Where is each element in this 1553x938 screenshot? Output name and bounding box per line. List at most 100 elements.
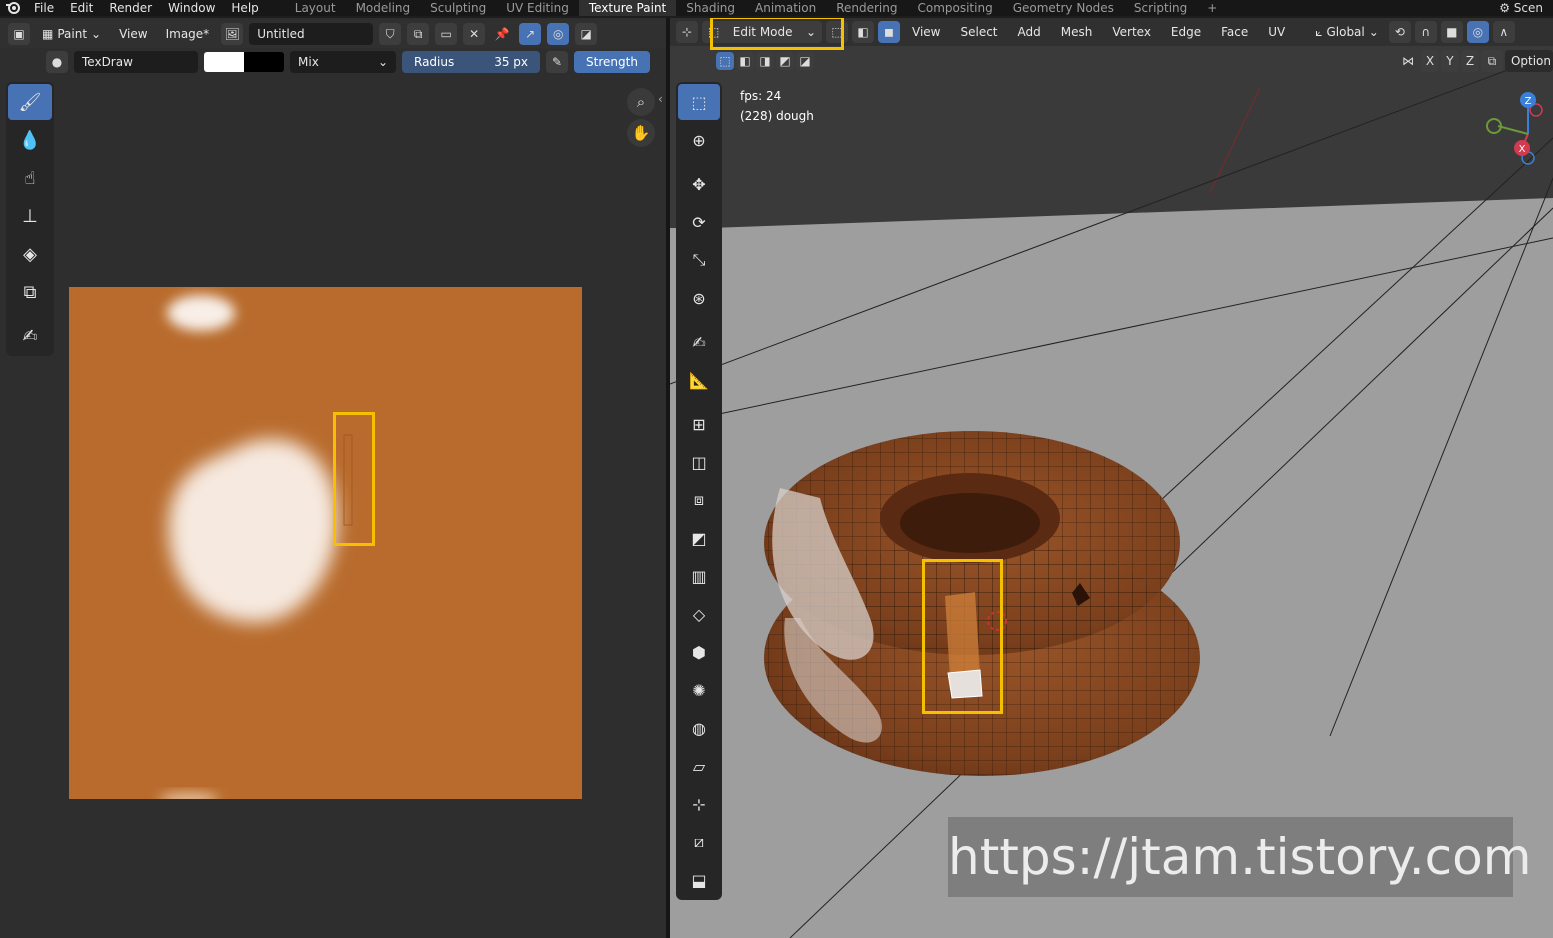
tab-compositing[interactable]: Compositing: [907, 0, 1002, 16]
face-select-icon[interactable]: ◼: [878, 21, 900, 43]
zoom-magnifier-icon[interactable]: ⌕: [627, 88, 655, 116]
image-browse-icon[interactable]: 🖼: [221, 23, 244, 45]
inset-faces-icon[interactable]: ⧈: [678, 482, 720, 518]
select-new-icon[interactable]: ⬚: [716, 52, 734, 70]
duplicate-image-icon[interactable]: ⧉: [407, 23, 430, 45]
3d-viewport[interactable]: ⊹ ⬚ Edit Mode ⌄ ⬚ ◧ ◼ View Select Add Me…: [670, 18, 1553, 938]
viewport-menu-view[interactable]: View: [904, 25, 948, 39]
tab-uv-editing[interactable]: UV Editing: [496, 0, 579, 16]
scale-icon[interactable]: ⤡: [678, 242, 720, 278]
spin-icon[interactable]: ✺: [678, 672, 720, 708]
shear-icon[interactable]: ⧄: [678, 824, 720, 860]
viewport-menu-mesh[interactable]: Mesh: [1053, 25, 1101, 39]
tab-sculpting[interactable]: Sculpting: [420, 0, 496, 16]
draw-brush-icon[interactable]: 🖌: [8, 84, 52, 120]
snap-target-icon[interactable]: ■: [1440, 21, 1463, 43]
viewport-menu-select[interactable]: Select: [952, 25, 1005, 39]
viewport-menu-edge[interactable]: Edge: [1163, 25, 1209, 39]
texture-image-canvas[interactable]: [69, 287, 582, 799]
tab-geometry-nodes[interactable]: Geometry Nodes: [1003, 0, 1124, 16]
pressure-radius-icon[interactable]: ✎: [546, 51, 568, 73]
bevel-icon[interactable]: ◩: [678, 520, 720, 556]
tab-rendering[interactable]: Rendering: [826, 0, 907, 16]
rip-region-icon[interactable]: ⬓: [678, 862, 720, 898]
extrude-icon[interactable]: ◫: [678, 444, 720, 480]
tab-texture-paint[interactable]: Texture Paint: [578, 0, 677, 16]
edge-select-icon[interactable]: ◧: [852, 21, 874, 43]
open-image-folder-icon[interactable]: ▭: [435, 23, 458, 45]
mask-icon[interactable]: ⧉: [8, 274, 52, 310]
scene-selector[interactable]: ⚙ Scen: [1489, 0, 1553, 16]
sidebar-toggle-icon[interactable]: ‹: [658, 92, 663, 106]
brush-color-swatch[interactable]: [204, 52, 284, 72]
mirror-z-toggle[interactable]: Z: [1460, 50, 1479, 72]
navigation-gizmo[interactable]: Z X: [1482, 88, 1553, 198]
pan-hand-icon[interactable]: ✋: [627, 119, 655, 147]
view-menu[interactable]: View: [113, 23, 153, 45]
menu-edit[interactable]: Edit: [62, 1, 101, 15]
mirror-butterfly-icon[interactable]: ⋈: [1397, 50, 1419, 72]
strength-slider[interactable]: Strength: [574, 51, 650, 73]
brush-name-field[interactable]: TexDraw: [74, 51, 198, 73]
radius-slider[interactable]: Radius 35 px: [402, 51, 540, 73]
topology-mirror-icon[interactable]: ⧉: [1480, 50, 1503, 72]
loop-cut-icon[interactable]: ▥: [678, 558, 720, 594]
annotate-icon[interactable]: ✍: [8, 318, 52, 354]
rotate-icon[interactable]: ⟳: [678, 204, 720, 240]
fake-user-shield-icon[interactable]: ⛉: [379, 23, 402, 45]
tab-layout[interactable]: Layout: [285, 0, 346, 16]
add-cube-icon[interactable]: ⊞: [678, 406, 720, 442]
secondary-color-swatch[interactable]: [244, 52, 284, 72]
tab-shading[interactable]: Shading: [676, 0, 745, 16]
brush-icon[interactable]: ●: [46, 51, 68, 73]
primary-color-swatch[interactable]: [204, 52, 244, 72]
mirror-x-toggle[interactable]: X: [1420, 50, 1439, 72]
falloff-curve-icon[interactable]: ∧: [1492, 21, 1515, 43]
menu-help[interactable]: Help: [223, 1, 266, 15]
blend-mode-dropdown[interactable]: Mix ⌄: [290, 51, 396, 73]
fill-bucket-icon[interactable]: ◈: [8, 236, 52, 272]
display-channels-icon[interactable]: ◪: [575, 23, 598, 45]
select-subtract-icon[interactable]: ◨: [756, 52, 774, 70]
viewport-menu-add[interactable]: Add: [1010, 25, 1049, 39]
editor-type-icon[interactable]: ⊹: [676, 21, 698, 43]
add-workspace-icon[interactable]: +: [1197, 0, 1227, 16]
image-menu[interactable]: Image*: [160, 23, 216, 45]
unlink-image-close-icon[interactable]: ✕: [463, 23, 486, 45]
shrink-fatten-icon[interactable]: ⊹: [678, 786, 720, 822]
knife-icon[interactable]: ◇: [678, 596, 720, 632]
menu-window[interactable]: Window: [160, 1, 223, 15]
move-icon[interactable]: ✥: [678, 166, 720, 202]
snap-magnet-icon[interactable]: ∩: [1414, 21, 1437, 43]
uv-sync-icon[interactable]: ↗: [519, 23, 542, 45]
soften-drop-icon[interactable]: 💧: [8, 122, 52, 158]
paint-mode-dropdown[interactable]: ▦ Paint ⌄: [36, 23, 107, 45]
blender-logo-icon[interactable]: [0, 2, 26, 14]
select-invert-icon[interactable]: ◩: [776, 52, 794, 70]
edge-slide-icon[interactable]: ▱: [678, 748, 720, 784]
viewport-menu-uv[interactable]: UV: [1260, 25, 1293, 39]
transform-icon[interactable]: ⊛: [678, 280, 720, 316]
viewport-menu-face[interactable]: Face: [1213, 25, 1256, 39]
options-button[interactable]: Option: [1504, 50, 1553, 72]
tab-scripting[interactable]: Scripting: [1124, 0, 1197, 16]
menu-render[interactable]: Render: [101, 1, 160, 15]
overlay-toggle-icon[interactable]: ◎: [547, 23, 570, 45]
pin-icon[interactable]: 📌: [491, 23, 513, 45]
select-intersect-icon[interactable]: ◪: [796, 52, 814, 70]
image-name-field[interactable]: Untitled: [249, 23, 374, 45]
tab-animation[interactable]: Animation: [745, 0, 826, 16]
proportional-edit-icon[interactable]: ◎: [1466, 21, 1489, 43]
measure-icon[interactable]: 📐: [678, 362, 720, 398]
viewport-menu-vertex[interactable]: Vertex: [1104, 25, 1159, 39]
tab-modeling[interactable]: Modeling: [346, 0, 421, 16]
clone-stamp-icon[interactable]: ⊥: [8, 198, 52, 234]
pivot-icon[interactable]: ⟲: [1388, 21, 1411, 43]
orientation-dropdown[interactable]: ⟀ Global ⌄: [1309, 21, 1385, 43]
smear-finger-icon[interactable]: ☝: [8, 160, 52, 196]
poly-build-icon[interactable]: ⬢: [678, 634, 720, 670]
mirror-y-toggle[interactable]: Y: [1440, 50, 1459, 72]
menu-file[interactable]: File: [26, 1, 62, 15]
select-box-icon[interactable]: ⬚: [678, 84, 720, 120]
smooth-icon[interactable]: ◍: [678, 710, 720, 746]
